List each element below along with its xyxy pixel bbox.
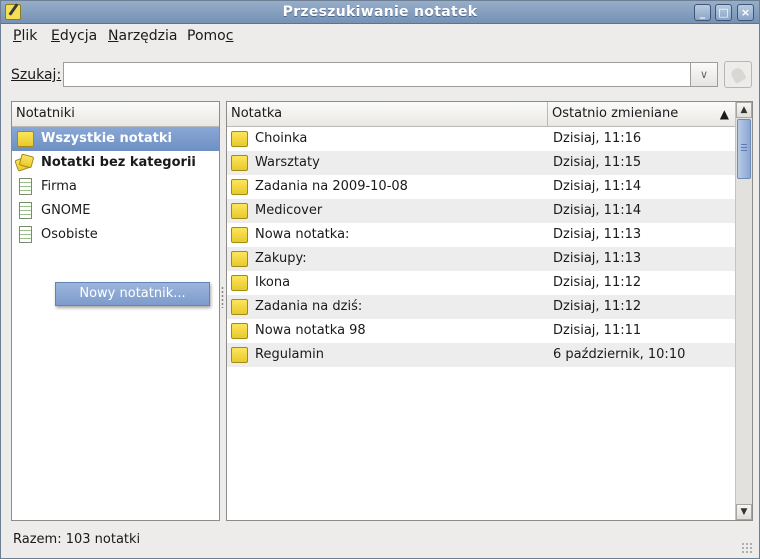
- note-modified: Dzisiaj, 11:13: [553, 227, 642, 242]
- column-header-note[interactable]: Notatka: [227, 102, 548, 127]
- search-label: Szukaj:: [11, 67, 62, 83]
- notebook-label: Notatki bez kategorii: [41, 155, 196, 170]
- resize-grip[interactable]: [741, 542, 753, 554]
- note-modified: Dzisiaj, 11:12: [553, 275, 642, 290]
- note-count-status: Razem: 103 notatki: [13, 532, 141, 547]
- title-bar[interactable]: Przeszukiwanie notatek _ □ ×: [1, 1, 759, 24]
- table-row[interactable]: Nowa notatka 98 Dzisiaj, 11:11: [227, 319, 735, 343]
- scroll-up-button[interactable]: ▲: [736, 102, 752, 118]
- note-title: Regulamin: [255, 347, 325, 362]
- broom-icon: [729, 65, 747, 85]
- note-icon: [231, 347, 248, 363]
- uncategorized-notes-icon: [14, 153, 35, 172]
- notebooks-column-header[interactable]: Notatniki: [12, 102, 219, 127]
- menu-plik[interactable]: Plik: [13, 28, 37, 44]
- table-row[interactable]: Zadania na dziś: Dzisiaj, 11:12: [227, 295, 735, 319]
- table-row[interactable]: Ikona Dzisiaj, 11:12: [227, 271, 735, 295]
- notebook-item-uncategorized[interactable]: Notatki bez kategorii: [12, 151, 219, 175]
- window-title: Przeszukiwanie notatek: [282, 4, 478, 20]
- notebook-item-gnome[interactable]: GNOME: [12, 199, 219, 223]
- column-header-label: Ostatnio zmieniane: [552, 106, 679, 121]
- note-title: Medicover: [255, 203, 323, 218]
- notes-vertical-scrollbar[interactable]: ▲ ▼: [735, 102, 752, 520]
- table-row[interactable]: Zakupy: Dzisiaj, 11:13: [227, 247, 735, 271]
- scroll-down-button[interactable]: ▼: [736, 504, 752, 520]
- chevron-down-icon: ∨: [699, 68, 709, 81]
- note-icon: [17, 131, 34, 147]
- note-modified: Dzisiaj, 11:15: [553, 155, 642, 170]
- search-dropdown-button[interactable]: ∨: [690, 62, 718, 87]
- note-icon: [231, 155, 248, 171]
- arrow-down-icon: ▼: [740, 507, 748, 517]
- menu-pomoc[interactable]: Pomoc: [187, 28, 233, 44]
- table-row[interactable]: Warsztaty Dzisiaj, 11:15: [227, 151, 735, 175]
- menu-bar: Plik Edycja Narzędzia Pomoc: [1, 25, 759, 49]
- note-icon: [231, 227, 248, 243]
- note-title: Nowa notatka 98: [255, 323, 366, 338]
- new-notebook-button[interactable]: Nowy notatnik...: [55, 282, 210, 306]
- notebook-icon: [19, 226, 32, 243]
- notebook-item-firma[interactable]: Firma: [12, 175, 219, 199]
- note-icon: [231, 275, 248, 291]
- note-modified: Dzisiaj, 11:12: [553, 299, 642, 314]
- menu-edycja[interactable]: Edycja: [51, 28, 97, 44]
- note-icon: [231, 203, 248, 219]
- column-header-modified[interactable]: Ostatnio zmieniane ▲: [548, 102, 735, 127]
- status-bar: Razem: 103 notatki: [1, 527, 759, 558]
- notebook-label: Firma: [41, 179, 77, 194]
- search-input[interactable]: [63, 62, 690, 87]
- table-row[interactable]: Choinka Dzisiaj, 11:16: [227, 127, 735, 151]
- note-modified: Dzisiaj, 11:14: [553, 179, 642, 194]
- note-modified: 6 październik, 10:10: [553, 347, 686, 362]
- note-modified: Dzisiaj, 11:13: [553, 251, 642, 266]
- notes-table: Notatka Ostatnio zmieniane ▲ Choinka Dzi…: [226, 101, 753, 521]
- notebook-icon: [19, 202, 32, 219]
- notebook-label: Wszystkie notatki: [41, 131, 173, 146]
- table-row[interactable]: Zadania na 2009-10-08 Dzisiaj, 11:14: [227, 175, 735, 199]
- notebook-icon: [19, 178, 32, 195]
- note-icon: [231, 131, 248, 147]
- note-title: Choinka: [255, 131, 308, 146]
- notebook-label: Osobiste: [41, 227, 98, 242]
- notebook-item-all-notes[interactable]: Wszystkie notatki: [12, 127, 219, 151]
- maximize-button[interactable]: □: [715, 4, 732, 21]
- close-button[interactable]: ×: [737, 4, 754, 21]
- pane-splitter[interactable]: [221, 286, 224, 308]
- note-icon: [231, 179, 248, 195]
- note-icon: [231, 251, 248, 267]
- note-title: Warsztaty: [255, 155, 320, 170]
- notebook-item-osobiste[interactable]: Osobiste: [12, 223, 219, 247]
- note-title: Zakupy:: [255, 251, 307, 266]
- sort-ascending-icon: ▲: [719, 107, 729, 121]
- note-icon: [231, 299, 248, 315]
- notebooks-list: Notatniki Wszystkie notatki Notatki bez …: [11, 101, 220, 521]
- scrollbar-thumb[interactable]: [737, 119, 751, 179]
- note-title: Ikona: [255, 275, 291, 290]
- minimize-button[interactable]: _: [694, 4, 711, 21]
- notebook-label: GNOME: [41, 203, 91, 218]
- note-title: Nowa notatka:: [255, 227, 350, 242]
- note-modified: Dzisiaj, 11:11: [553, 323, 642, 338]
- table-row[interactable]: Regulamin 6 październik, 10:10: [227, 343, 735, 367]
- note-title: Zadania na 2009-10-08: [255, 179, 408, 194]
- search-notes-window: Przeszukiwanie notatek _ □ × Plik Edycja…: [0, 0, 760, 559]
- note-title: Zadania na dziś:: [255, 299, 363, 314]
- note-modified: Dzisiaj, 11:16: [553, 131, 642, 146]
- note-modified: Dzisiaj, 11:14: [553, 203, 642, 218]
- clear-search-button[interactable]: [724, 61, 752, 88]
- table-row[interactable]: Nowa notatka: Dzisiaj, 11:13: [227, 223, 735, 247]
- note-icon: [231, 323, 248, 339]
- arrow-up-icon: ▲: [740, 105, 748, 115]
- table-row[interactable]: Medicover Dzisiaj, 11:14: [227, 199, 735, 223]
- menu-narzedzia[interactable]: Narzędzia: [108, 28, 178, 44]
